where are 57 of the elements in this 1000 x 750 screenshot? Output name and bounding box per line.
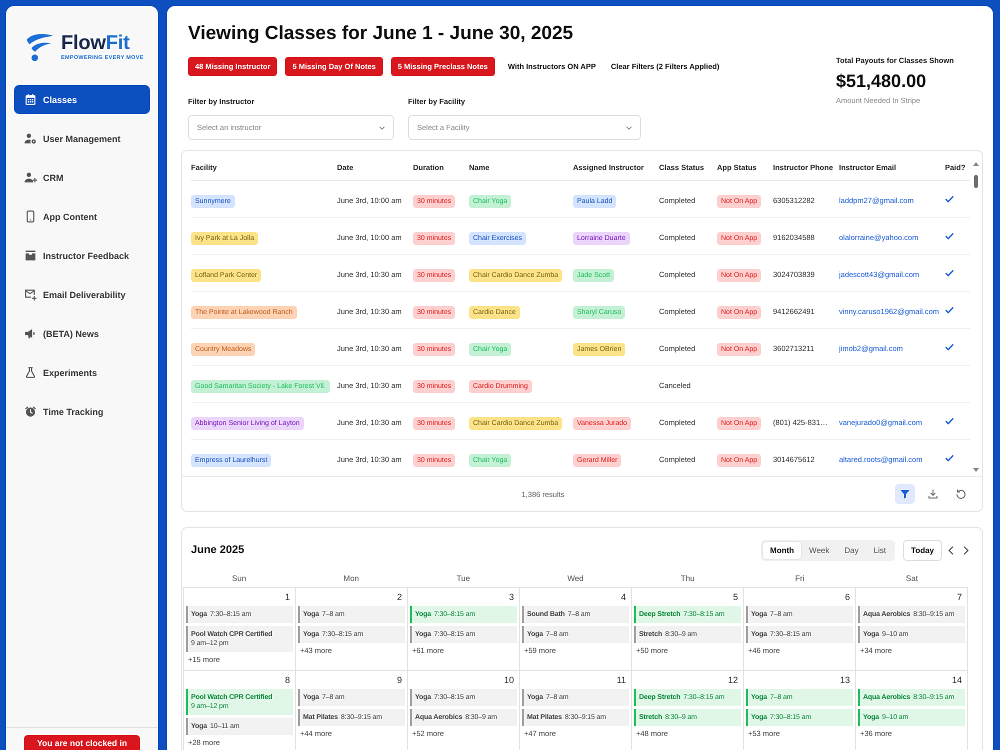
mail-plus-icon bbox=[24, 288, 37, 301]
day-number: 4 bbox=[620, 591, 627, 604]
day-number: 8 bbox=[284, 674, 291, 687]
alarm-clock-icon bbox=[24, 405, 37, 418]
weekday-label: Fri bbox=[795, 574, 804, 582]
weekday-label: Sun bbox=[232, 574, 246, 582]
day-number: 12 bbox=[726, 674, 739, 687]
user-gear-icon bbox=[24, 132, 37, 145]
view-tab[interactable]: Month bbox=[763, 542, 802, 558]
inbox-icon bbox=[24, 249, 37, 262]
chevron-right-icon bbox=[963, 546, 969, 554]
chevron-down-icon bbox=[379, 126, 385, 130]
megaphone-icon bbox=[24, 327, 37, 340]
day-number: 5 bbox=[732, 591, 739, 604]
today-button[interactable]: Today bbox=[903, 540, 942, 560]
chevron-down-icon bbox=[626, 126, 632, 130]
weekday-label: Wed bbox=[567, 574, 584, 582]
phone-icon bbox=[24, 210, 37, 223]
page-title: Viewing Classes for June 1 - June 30, 2025 bbox=[188, 22, 574, 46]
sidebar-item[interactable]: Time Tracking bbox=[14, 397, 150, 426]
day-number: 7 bbox=[956, 591, 963, 604]
day-number: 9 bbox=[396, 674, 403, 687]
view-tab[interactable]: Day bbox=[837, 542, 866, 558]
sidebar-item[interactable]: App Content bbox=[14, 202, 150, 231]
day-number: 6 bbox=[844, 591, 851, 604]
weekday-label: Mon bbox=[343, 574, 359, 582]
filter-button[interactable] bbox=[895, 484, 915, 504]
weekday-label: Sat bbox=[906, 574, 918, 582]
weekday-label: Tue bbox=[456, 574, 470, 582]
sidebar-item[interactable]: CRM bbox=[14, 163, 150, 192]
payout-amount: $51,480.00 bbox=[836, 70, 926, 92]
sidebar-item[interactable]: Classes bbox=[14, 85, 150, 114]
circular-arrow-icon bbox=[955, 488, 967, 500]
sidebar-item[interactable]: User Management bbox=[14, 124, 150, 153]
filter-icon bbox=[899, 488, 911, 500]
day-number: 14 bbox=[950, 674, 963, 687]
day-number: 11 bbox=[616, 674, 627, 687]
clock-status-button[interactable]: You are not clocked in bbox=[24, 735, 140, 750]
sidebar-item[interactable]: (BETA) News bbox=[14, 319, 150, 348]
flask-icon bbox=[24, 366, 37, 379]
person-plus-icon bbox=[24, 171, 37, 184]
view-tab[interactable]: Week bbox=[802, 542, 836, 558]
day-number: 1 bbox=[284, 591, 291, 604]
day-number: 13 bbox=[838, 674, 851, 687]
brand-name: FlowFit bbox=[61, 32, 131, 54]
calendar-icon bbox=[24, 93, 37, 106]
sidebar-item[interactable]: Experiments bbox=[14, 358, 150, 387]
sidebar-item[interactable]: Email Deliverability bbox=[14, 280, 150, 309]
sidebar-item[interactable]: Instructor Feedback bbox=[14, 241, 150, 270]
chevron-left-icon bbox=[948, 546, 954, 554]
day-number: 3 bbox=[508, 591, 515, 604]
calendar-title: June 2025 bbox=[191, 544, 244, 556]
day-number: 2 bbox=[396, 591, 403, 604]
weekday-label: Thu bbox=[680, 574, 695, 582]
download-icon bbox=[927, 488, 939, 500]
view-tab[interactable]: List bbox=[866, 542, 894, 558]
day-number: 10 bbox=[502, 674, 515, 687]
